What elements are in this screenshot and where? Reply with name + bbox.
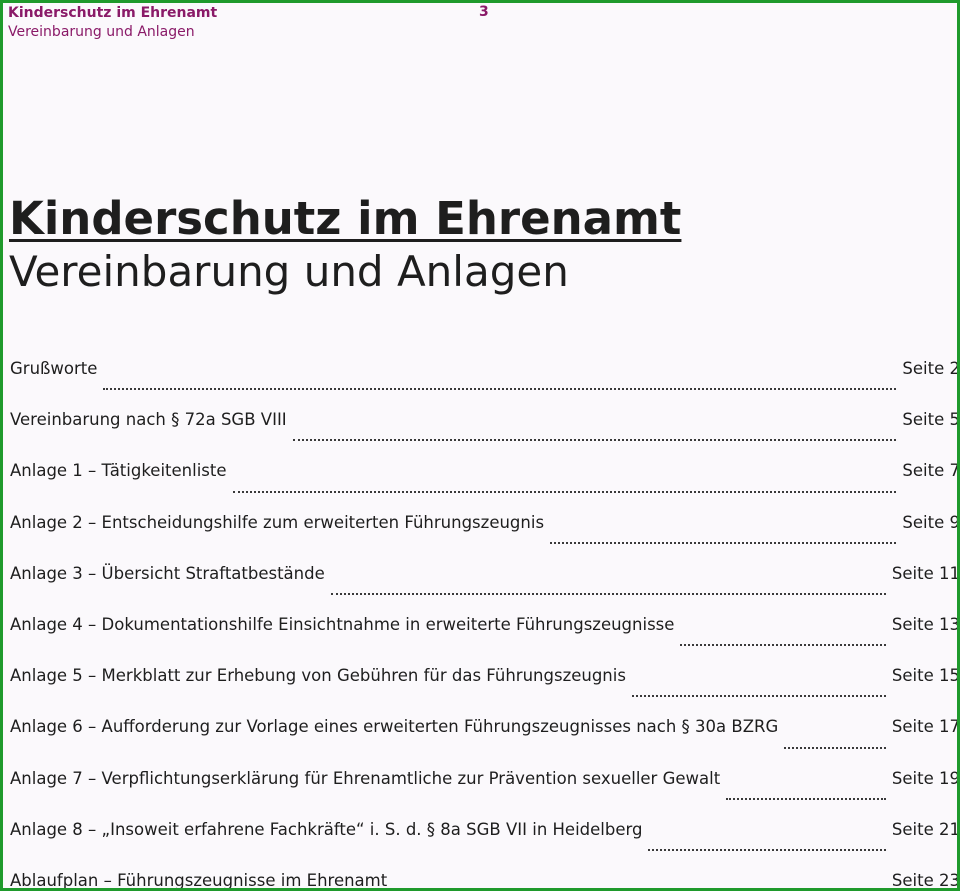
toc-item-page: Seite 5	[902, 410, 960, 430]
toc-item[interactable]: Ablaufplan – Führungszeugnisse im Ehrena…	[10, 868, 960, 890]
toc-item-page: Seite 15	[891, 666, 960, 686]
toc-leader-dots	[784, 746, 886, 749]
toc-item-page: Seite 21	[891, 819, 960, 839]
toc-item[interactable]: Anlage 8 – „Insoweit erfahrene Fachkräft…	[10, 817, 960, 868]
toc-leader-dots	[232, 490, 897, 493]
toc-leader-dots	[680, 644, 886, 647]
toc-item[interactable]: Anlage 7 – Verpflichtungserklärung für E…	[10, 766, 960, 817]
toc-item-label: Anlage 6 – Aufforderung zur Vorlage eine…	[10, 717, 779, 737]
toc-leader-dots	[550, 541, 897, 544]
toc-item-page: Seite 7	[902, 461, 960, 481]
toc-leader-dots	[330, 592, 886, 595]
toc-item[interactable]: Anlage 6 – Aufforderung zur Vorlage eine…	[10, 714, 960, 765]
toc-item[interactable]: Anlage 3 – Übersicht Straftatbestände Se…	[10, 561, 960, 612]
toc-item-label: Anlage 1 – Tätigkeitenliste	[10, 461, 227, 481]
toc-item-page: Seite 11	[891, 563, 960, 583]
toc-item[interactable]: Anlage 4 – Dokumentationshilfe Einsichtn…	[10, 612, 960, 663]
toc-item[interactable]: Anlage 5 – Merkblatt zur Erhebung von Ge…	[10, 663, 960, 714]
toc-item-label: Anlage 2 – Entscheidungshilfe zum erweit…	[10, 512, 545, 532]
toc-leader-dots	[292, 439, 897, 442]
document-title: Kinderschutz im Ehrenamt	[9, 192, 682, 245]
table-of-contents: Grußworte Seite 2 Vereinbarung nach § 72…	[10, 356, 960, 890]
toc-leader-dots	[103, 388, 897, 391]
toc-item-page: Seite 23	[891, 870, 960, 890]
toc-item[interactable]: Anlage 2 – Entscheidungshilfe zum erweit…	[10, 510, 960, 561]
toc-item[interactable]: Grußworte Seite 2	[10, 356, 960, 407]
toc-item-label: Anlage 4 – Dokumentationshilfe Einsichtn…	[10, 614, 675, 634]
toc-item-page: Seite 9	[902, 512, 960, 532]
page-number: 3	[479, 4, 489, 20]
document-page: Kinderschutz im Ehrenamt Vereinbarung un…	[0, 0, 960, 891]
toc-item-page: Seite 19	[891, 768, 960, 788]
toc-item-label: Ablaufplan – Führungszeugnisse im Ehrena…	[10, 870, 388, 890]
toc-item-page: Seite 17	[891, 717, 960, 737]
running-header-subtitle: Vereinbarung und Anlagen	[8, 24, 195, 40]
toc-leader-dots	[648, 848, 886, 851]
toc-item[interactable]: Anlage 1 – Tätigkeitenliste Seite 7	[10, 458, 960, 509]
toc-item-page: Seite 2	[902, 359, 960, 378]
toc-leader-dots	[631, 695, 886, 698]
running-header-title: Kinderschutz im Ehrenamt	[8, 5, 218, 21]
toc-item-label: Anlage 3 – Übersicht Straftatbestände	[10, 563, 325, 583]
toc-item-label: Grußworte	[10, 359, 98, 378]
toc-item-label: Anlage 8 – „Insoweit erfahrene Fachkräft…	[10, 819, 643, 839]
running-header: Kinderschutz im Ehrenamt Vereinbarung un…	[8, 4, 217, 42]
toc-item-label: Anlage 5 – Merkblatt zur Erhebung von Ge…	[10, 666, 626, 686]
toc-item-label: Vereinbarung nach § 72a SGB VIII	[10, 410, 287, 430]
toc-leader-dots	[726, 797, 886, 800]
toc-item-label: Anlage 7 – Verpflichtungserklärung für E…	[10, 768, 721, 788]
document-subtitle: Vereinbarung und Anlagen	[9, 247, 569, 296]
toc-item-page: Seite 13	[891, 614, 960, 634]
toc-item[interactable]: Vereinbarung nach § 72a SGB VIII Seite 5	[10, 407, 960, 458]
